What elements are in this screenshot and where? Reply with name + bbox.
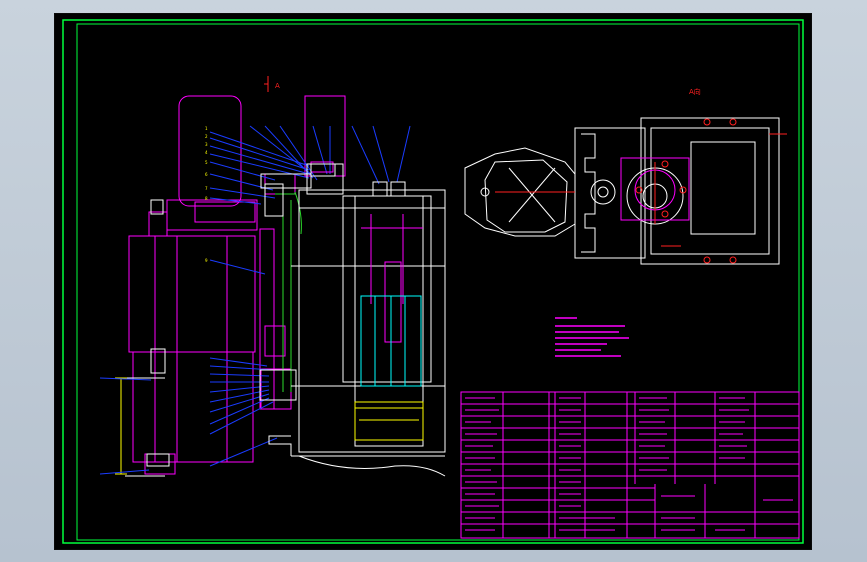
- leader-numbers: 123 456 789: [205, 126, 208, 263]
- housing: [268, 189, 446, 477]
- motor-assembly: [128, 95, 346, 475]
- section-mark: [264, 76, 269, 92]
- svg-text:2: 2: [205, 134, 208, 139]
- view-title: A向: [689, 87, 701, 96]
- inner-guides-magenta: [361, 214, 423, 343]
- inner-frame: [76, 23, 800, 541]
- title-block: [460, 391, 800, 539]
- svg-text:4: 4: [205, 150, 208, 155]
- lower-chamber-yellow: [354, 401, 424, 441]
- engineering-drawing: 123 456 789 A A向: [62, 19, 804, 544]
- svg-text:7: 7: [205, 186, 208, 191]
- section-mark-label: A: [275, 82, 280, 90]
- cad-viewport[interactable]: 123 456 789 A A向: [55, 14, 811, 549]
- dimension-yellow: [115, 377, 127, 475]
- outer-frame: [62, 19, 804, 544]
- svg-text:9: 9: [205, 258, 208, 263]
- motor-white-details: [125, 199, 170, 477]
- svg-text:1: 1: [205, 126, 208, 131]
- gearbox-top-view: [464, 117, 780, 265]
- technical-notes: [555, 317, 629, 357]
- svg-text:3: 3: [205, 142, 208, 147]
- svg-text:5: 5: [205, 160, 208, 165]
- svg-text:6: 6: [205, 172, 208, 177]
- piston-cyan: [360, 295, 422, 387]
